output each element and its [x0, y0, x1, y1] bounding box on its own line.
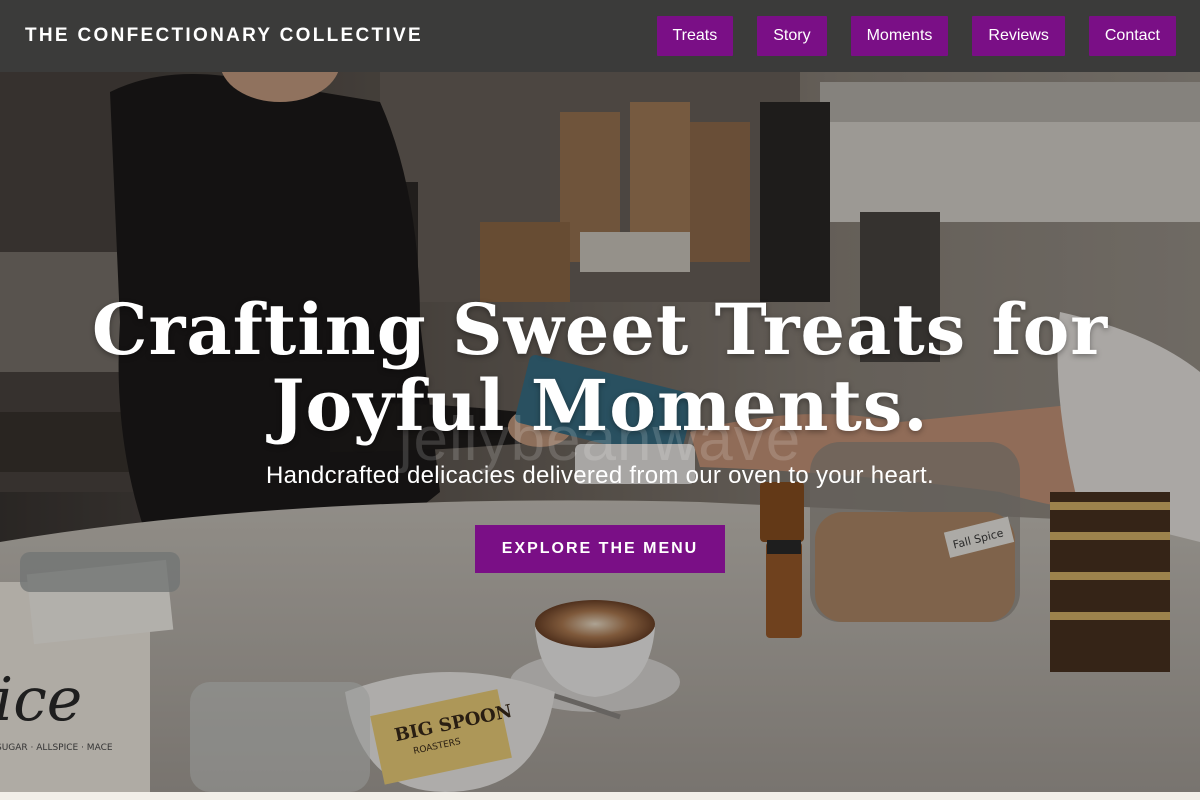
nav-story-button[interactable]: Story — [757, 16, 827, 56]
nav-treats-button[interactable]: Treats — [656, 16, 734, 56]
nav-moments-button[interactable]: Moments — [850, 16, 949, 56]
hero-subtitle: Handcrafted delicacies delivered from ou… — [266, 462, 934, 489]
explore-menu-button[interactable]: EXPLORE THE MENU — [475, 525, 725, 573]
main-nav: Treats Story Moments Reviews Contact — [656, 16, 1176, 56]
brand-logo[interactable]: THE CONFECTIONARY COLLECTIVE — [25, 25, 423, 47]
hero-section: Fall Spice BIG SPOON ROASTERS ice SUGAR … — [0, 72, 1200, 792]
site-header: THE CONFECTIONARY COLLECTIVE Treats Stor… — [0, 0, 1200, 72]
nav-contact-button[interactable]: Contact — [1088, 16, 1176, 56]
hero-content: Crafting Sweet Treats for Joyful Moments… — [0, 292, 1200, 573]
page-bottom-edge — [0, 792, 1200, 800]
hero-title: Crafting Sweet Treats for Joyful Moments… — [91, 288, 1109, 447]
nav-reviews-button[interactable]: Reviews — [972, 16, 1065, 56]
